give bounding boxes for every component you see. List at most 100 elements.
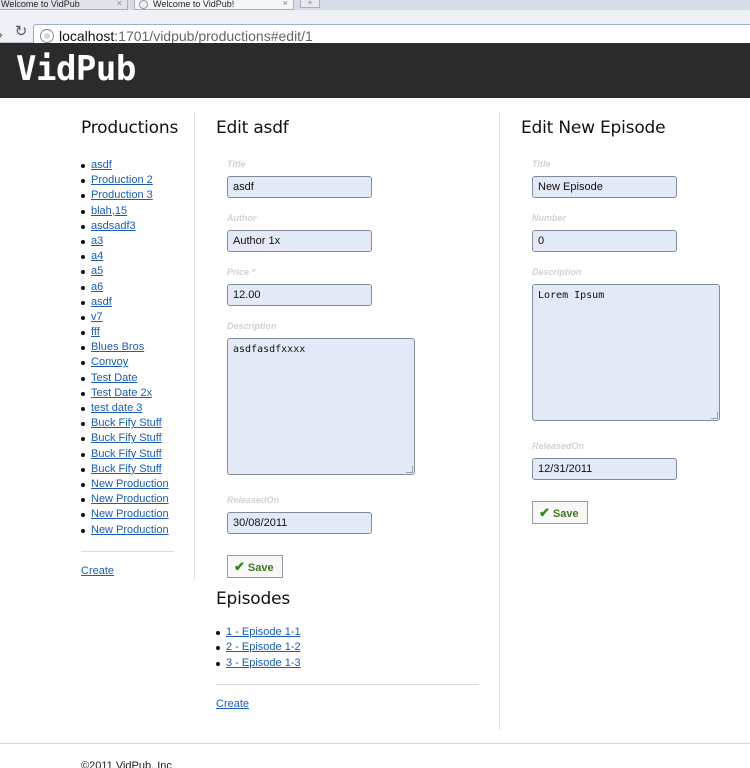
list-item: blah,15 <box>81 204 175 219</box>
resize-handle-icon[interactable] <box>406 466 413 473</box>
list-item: test date 3 <box>81 401 175 416</box>
create-production-link[interactable]: Create <box>81 565 114 577</box>
production-link[interactable]: a5 <box>91 265 103 277</box>
list-item: asdf <box>81 158 175 173</box>
site-header: VidPub <box>0 43 750 98</box>
url-text: localhost:1701/vidpub/productions#edit/1 <box>59 28 313 44</box>
list-item: Production 2 <box>81 173 175 188</box>
list-item: a5 <box>81 264 175 279</box>
production-link[interactable]: New Production <box>91 493 169 505</box>
description-label: Description <box>227 321 277 331</box>
tab-title: Welcome to VidPub <box>1 0 80 9</box>
list-item: Buck Fify Stuff <box>81 416 175 431</box>
production-link[interactable]: Convoy <box>91 356 128 368</box>
author-input[interactable]: Author 1x <box>227 230 372 252</box>
price-input[interactable]: 12.00 <box>227 284 372 306</box>
production-link[interactable]: Test Date <box>91 372 137 384</box>
episode-released-input[interactable]: 12/31/2011 <box>532 458 677 480</box>
production-link[interactable]: Test Date 2x <box>91 387 152 399</box>
list-item: fff <box>81 325 175 340</box>
description-text: asdfasdfxxxx <box>233 344 306 355</box>
episode-description-textarea[interactable]: Lorem Ipsum <box>532 284 720 421</box>
close-tab-icon[interactable]: × <box>283 0 288 8</box>
footer-copyright: ©2011 VidPub, Inc <box>81 760 172 768</box>
production-link[interactable]: Buck Fify Stuff <box>91 432 162 444</box>
episode-description-label: Description <box>532 267 582 277</box>
check-icon: ✔ <box>234 559 245 574</box>
production-link[interactable]: asdsadf3 <box>91 220 136 232</box>
list-item: v7 <box>81 310 175 325</box>
production-link[interactable]: a4 <box>91 250 103 262</box>
episode-title-label: Title <box>532 159 551 169</box>
resize-handle-icon[interactable] <box>711 412 718 419</box>
list-item: New Production <box>81 523 175 538</box>
episode-link[interactable]: 3 - Episode 1-3 <box>226 657 301 669</box>
episodes-heading: Episodes <box>216 589 291 609</box>
favicon-icon <box>139 0 148 9</box>
production-link[interactable]: blah,15 <box>91 205 127 217</box>
production-link[interactable]: New Production <box>91 508 169 520</box>
released-input[interactable]: 30/08/2011 <box>227 512 372 534</box>
list-item: Buck Fify Stuff <box>81 462 175 477</box>
list-item: Blues Bros <box>81 340 175 355</box>
list-item: Buck Fify Stuff <box>81 447 175 462</box>
production-link[interactable]: Blues Bros <box>91 341 144 353</box>
edit-episode-panel: Edit New Episode Title New Episode Numbe… <box>521 118 741 524</box>
list-item: Test Date 2x <box>81 386 175 401</box>
new-tab-button[interactable]: + <box>300 0 320 8</box>
list-item: a6 <box>81 280 175 295</box>
divider <box>81 550 174 552</box>
production-link[interactable]: fff <box>91 326 100 338</box>
browser-tab[interactable]: Welcome to VidPub × <box>0 0 128 10</box>
list-item: asdsadf3 <box>81 219 175 234</box>
author-label: Author <box>227 213 257 223</box>
edit-episode-heading: Edit New Episode <box>521 118 666 138</box>
episode-released-label: ReleasedOn <box>532 441 585 451</box>
description-textarea[interactable]: asdfasdfxxxx <box>227 338 415 475</box>
production-link[interactable]: asdf <box>91 296 112 308</box>
save-production-button[interactable]: ✔ Save <box>227 555 283 578</box>
site-logo[interactable]: VidPub <box>16 51 136 87</box>
production-link[interactable]: v7 <box>91 311 103 323</box>
production-link[interactable]: Buck Fify Stuff <box>91 417 162 429</box>
edit-production-heading: Edit asdf <box>216 118 289 138</box>
tab-title: Welcome to VidPub! <box>153 0 235 9</box>
list-item: 1 - Episode 1-1 <box>216 625 479 640</box>
production-link[interactable]: a6 <box>91 281 103 293</box>
forward-icon[interactable]: › <box>0 27 8 41</box>
episode-number-input[interactable]: 0 <box>532 230 677 252</box>
page-icon <box>40 29 54 43</box>
column-divider <box>499 112 500 730</box>
list-item: a3 <box>81 234 175 249</box>
save-episode-button[interactable]: ✔ Save <box>532 501 588 524</box>
check-icon: ✔ <box>539 505 550 520</box>
production-link[interactable]: New Production <box>91 478 169 490</box>
production-link[interactable]: Production 2 <box>91 174 153 186</box>
list-item: Buck Fify Stuff <box>81 431 175 446</box>
save-label: Save <box>552 508 579 520</box>
reload-icon[interactable]: ↻ <box>13 24 29 40</box>
episode-description-text: Lorem Ipsum <box>538 290 605 301</box>
list-item: asdf <box>81 295 175 310</box>
title-input[interactable]: asdf <box>227 176 372 198</box>
production-link[interactable]: Production 3 <box>91 189 153 201</box>
browser-tab-active[interactable]: Welcome to VidPub! × <box>134 0 294 10</box>
close-tab-icon[interactable]: × <box>117 0 122 8</box>
list-item: New Production <box>81 477 175 492</box>
episode-link[interactable]: 1 - Episode 1-1 <box>226 626 301 638</box>
divider <box>216 684 479 686</box>
production-link[interactable]: Buck Fify Stuff <box>91 448 162 460</box>
create-episode-link[interactable]: Create <box>216 698 249 710</box>
production-link[interactable]: asdf <box>91 159 112 171</box>
production-link[interactable]: a3 <box>91 235 103 247</box>
productions-sidebar: Productions asdf Production 2 Production 3… <box>81 118 178 577</box>
episode-link[interactable]: 2 - Episode 1-2 <box>226 641 301 653</box>
browser-toolbar: › ↻ localhost:1701/vidpub/productions#ed… <box>0 10 750 48</box>
production-link[interactable]: test date 3 <box>91 402 142 414</box>
save-label: Save <box>247 562 274 574</box>
production-link[interactable]: Buck Fify Stuff <box>91 463 162 475</box>
episode-title-input[interactable]: New Episode <box>532 176 677 198</box>
column-divider <box>194 112 195 580</box>
list-item: New Production <box>81 492 175 507</box>
production-link[interactable]: New Production <box>91 524 169 536</box>
